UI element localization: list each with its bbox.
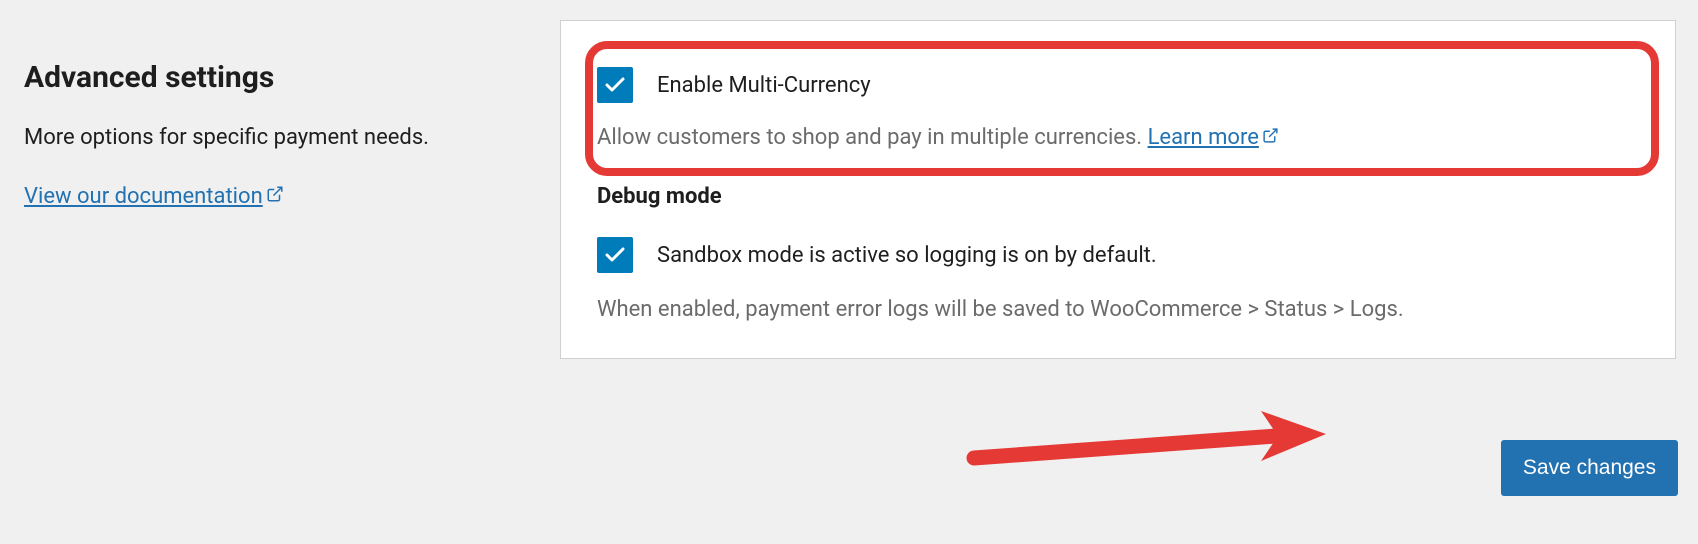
highlight-annotation: Enable Multi-Currency Allow customers to… — [585, 41, 1659, 176]
external-link-icon — [266, 185, 284, 203]
arrow-annotation-icon — [966, 409, 1326, 479]
section-heading: Advanced settings — [24, 60, 560, 95]
check-icon — [603, 73, 627, 97]
debug-help: When enabled, payment error logs will be… — [597, 297, 1639, 322]
documentation-link[interactable]: View our documentation — [24, 184, 284, 209]
settings-left-column: Advanced settings More options for speci… — [20, 20, 560, 359]
debug-label: Sandbox mode is active so logging is on … — [657, 243, 1157, 268]
learn-more-link[interactable]: Learn more — [1148, 125, 1279, 150]
multi-currency-checkbox[interactable] — [597, 67, 633, 103]
multi-currency-label: Enable Multi-Currency — [657, 73, 871, 98]
documentation-link-text: View our documentation — [24, 184, 263, 209]
external-link-icon — [1262, 127, 1279, 144]
multi-currency-help: Allow customers to shop and pay in multi… — [597, 125, 1639, 150]
settings-panel: Enable Multi-Currency Allow customers to… — [560, 20, 1676, 359]
multi-currency-row: Enable Multi-Currency — [597, 67, 1639, 103]
debug-section-label: Debug mode — [597, 184, 1639, 209]
save-changes-button[interactable]: Save changes — [1501, 440, 1678, 496]
debug-row: Sandbox mode is active so logging is on … — [597, 237, 1639, 273]
debug-checkbox[interactable] — [597, 237, 633, 273]
section-description: More options for specific payment needs. — [24, 125, 560, 150]
check-icon — [603, 243, 627, 267]
